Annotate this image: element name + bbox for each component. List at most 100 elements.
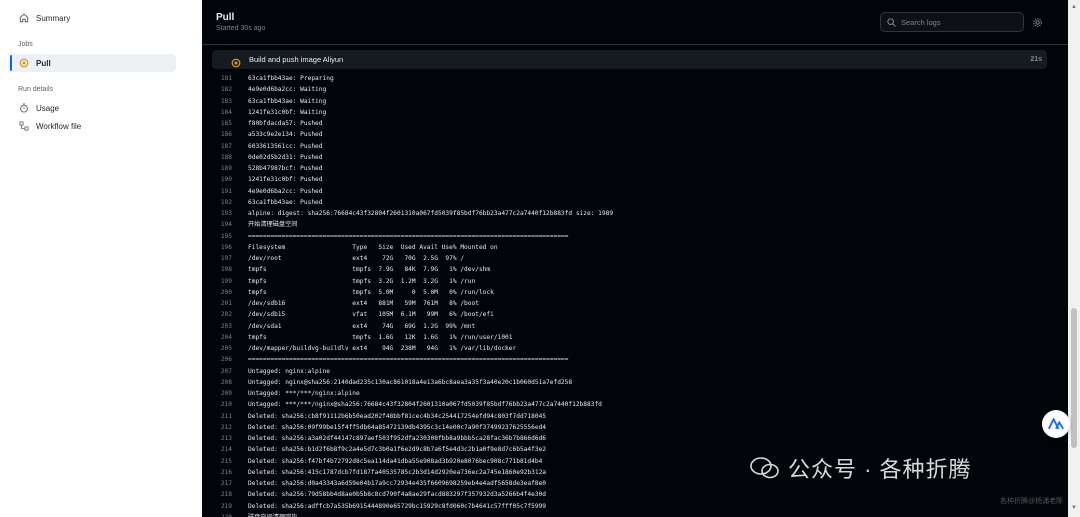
log-line-number[interactable]: 191: [212, 186, 232, 197]
log-line-text: 63ca1fbb43ae: Preparing: [248, 75, 334, 82]
sidebar-item-summary[interactable]: Summary: [10, 9, 176, 27]
log-line-text: Deleted: sha256:b1d2f6b8f9c2a4e5d7c3b0a1…: [248, 446, 547, 454]
sidebar-item-workflow-file[interactable]: Workflow file: [10, 117, 176, 135]
log-line-text: Deleted: sha256:09f99be15f4ff5db64a85472…: [248, 423, 547, 431]
log-line: 185 f80bfdacda57: Pushed: [212, 118, 1047, 129]
log-line-number[interactable]: 219: [212, 501, 232, 512]
stopwatch-icon: [18, 102, 30, 114]
log-line-number[interactable]: 185: [212, 118, 232, 129]
log-line-number[interactable]: 201: [212, 298, 232, 309]
log-line-number[interactable]: 209: [212, 388, 232, 399]
log-line-text: Deleted: sha256:415c1787dcb7fd187fa40535…: [248, 468, 547, 476]
log-line-number[interactable]: 216: [212, 467, 232, 478]
log-line-text: 开始清理磁盘空间: [248, 221, 298, 229]
log-line-text: alpine: digest: sha256:76684c43f32804f26…: [248, 210, 614, 217]
log-line-text: Untagged: ***/***/nginx:alpine: [248, 390, 360, 397]
log-line-text: Untagged: nginx:alpine: [248, 367, 330, 375]
sidebar-item-label: Workflow file: [36, 121, 82, 131]
log-line-number[interactable]: 202: [212, 309, 232, 320]
log-line-number[interactable]: 211: [212, 411, 232, 422]
log-line-number[interactable]: 186: [212, 129, 232, 140]
log-line-number[interactable]: 181: [212, 73, 232, 84]
log-line: 198 tmpfs tmpfs 7.9G 84K 7.9G 1% /dev/shm: [212, 264, 1047, 275]
log-line: 213 Deleted: sha256:a3a02df44147c897aef50…: [212, 433, 1047, 444]
log-line-text: ========================================…: [248, 232, 569, 240]
in-progress-icon: [231, 55, 241, 67]
log-line-number[interactable]: 196: [212, 242, 232, 253]
log-line: 187 6033613561cc: Pushed: [212, 141, 1047, 152]
log-line: 191 4e9e0d6ba2cc: Pushed: [212, 186, 1047, 197]
watermark-subtext: 各种折腾@杨浦老陈: [1000, 498, 1064, 505]
log-line-number[interactable]: 213: [212, 433, 232, 444]
sidebar-item-usage[interactable]: Usage: [10, 99, 176, 117]
wechat-icon: [750, 457, 779, 479]
log-line-number[interactable]: 215: [212, 456, 232, 467]
log-line-number[interactable]: 218: [212, 489, 232, 500]
log-line-number[interactable]: 189: [212, 163, 232, 174]
scrollbar-thumb[interactable]: [1071, 308, 1077, 448]
log-line-number[interactable]: 200: [212, 287, 232, 298]
log-line: 220 磁盘空间清理完毕: [212, 512, 1047, 517]
log-line-number[interactable]: 208: [212, 377, 232, 388]
log-line-number[interactable]: 187: [212, 141, 232, 152]
search-logs[interactable]: [880, 12, 1024, 32]
watermark-text: 公众号 · 各种折腾: [788, 457, 972, 482]
step-header[interactable]: Build and push image Aliyun 21s: [212, 50, 1047, 69]
log-line-text: f80bfdacda57: Pushed: [248, 120, 323, 127]
log-line-number[interactable]: 194: [212, 219, 232, 230]
log-line-number[interactable]: 198: [212, 264, 232, 275]
log-line-text: /dev/sda1 ext4 74G 69G 1.2G 99% /mnt: [248, 322, 476, 330]
watermark: 公众号 · 各种折腾: [750, 452, 972, 484]
log-line-number[interactable]: 210: [212, 399, 232, 410]
log-line-text: /dev/root ext4 72G 70G 2.5G 97% /: [248, 255, 465, 262]
scroll-up-icon[interactable]: ▲: [1071, 4, 1077, 10]
log-line: 211 Deleted: sha256:cb8f91112b6b50ead202f…: [212, 411, 1047, 422]
log-line: 182 4e9e0d6ba2cc: Waiting: [212, 84, 1047, 95]
step-duration: 21s: [1030, 56, 1042, 63]
gear-icon[interactable]: [1032, 15, 1044, 27]
floating-assistant-button[interactable]: [1042, 410, 1070, 438]
log-line-number[interactable]: 199: [212, 276, 232, 287]
log-line: 197/dev/root ext4 72G 70G 2.5G 97% /: [212, 253, 1047, 264]
scroll-down-icon[interactable]: ▼: [1071, 505, 1077, 511]
log-line-text: Deleted: sha256:adffcb7a535b6915444890e6…: [248, 502, 547, 510]
log-line-number[interactable]: 184: [212, 107, 232, 118]
log-line-number[interactable]: 183: [212, 96, 232, 107]
log-line-number[interactable]: 204: [212, 332, 232, 343]
active-indicator: [10, 55, 12, 71]
log-line-text: /dev/sdb15 vfat 105M 6.1M 99M 6% /boot/e…: [248, 311, 494, 319]
log-line-number[interactable]: 190: [212, 174, 232, 185]
log-line-text: Deleted: sha256:d0a43343a6d59e04b17a9cc7…: [248, 480, 547, 487]
log-line-text: 63ca1fbb43ae: Pushed: [248, 198, 323, 206]
log-line: 210 Untagged: ***/***/nginx@sha256:76684c…: [212, 399, 1047, 410]
log-line-number[interactable]: 195: [212, 231, 232, 242]
log-line-number[interactable]: 197: [212, 253, 232, 264]
log-line-number[interactable]: 220: [212, 512, 232, 517]
sidebar-item-pull[interactable]: Pull: [10, 54, 176, 72]
log-line-number[interactable]: 206: [212, 354, 232, 365]
log-line-number[interactable]: 182: [212, 84, 232, 95]
log-line-number[interactable]: 205: [212, 343, 232, 354]
step-title: Build and push image Aliyun: [249, 55, 344, 64]
search-input[interactable]: [901, 17, 1011, 27]
log-line-text: 528b47987bcf: Pushed: [248, 165, 323, 172]
log-line-number[interactable]: 192: [212, 197, 232, 208]
run-details-heading: Run details: [18, 86, 54, 93]
log-line-number[interactable]: 193: [212, 208, 232, 219]
job-subtitle: Started 30s ago: [216, 25, 266, 32]
log-line-number[interactable]: 217: [212, 478, 232, 489]
log-line: 186 a533c9e2e134: Pushed: [212, 129, 1047, 140]
log-line-number[interactable]: 212: [212, 422, 232, 433]
log-line-text: 63ca1fbb43ae: Waiting: [248, 97, 327, 105]
log-line-number[interactable]: 214: [212, 444, 232, 455]
log-line: 192 63ca1fbb43ae: Pushed: [212, 197, 1047, 208]
sidebar: Summary Jobs Pull Run details Usage Work…: [0, 0, 202, 517]
log-line-number[interactable]: 188: [212, 152, 232, 163]
log-line: 194 开始清理磁盘空间: [212, 219, 1047, 230]
log-line: 218 Deleted: sha256:79d58bb4d8ae0b5b8c8cd…: [212, 489, 1047, 500]
log-line: 208 Untagged: nginx@sha256:2140dad235c130…: [212, 377, 1047, 388]
log-line-number[interactable]: 207: [212, 366, 232, 377]
job-header: Pull Started 30s ago: [202, 0, 1068, 45]
log-line: 195 =====================================…: [212, 231, 1047, 242]
log-line-number[interactable]: 203: [212, 321, 232, 332]
